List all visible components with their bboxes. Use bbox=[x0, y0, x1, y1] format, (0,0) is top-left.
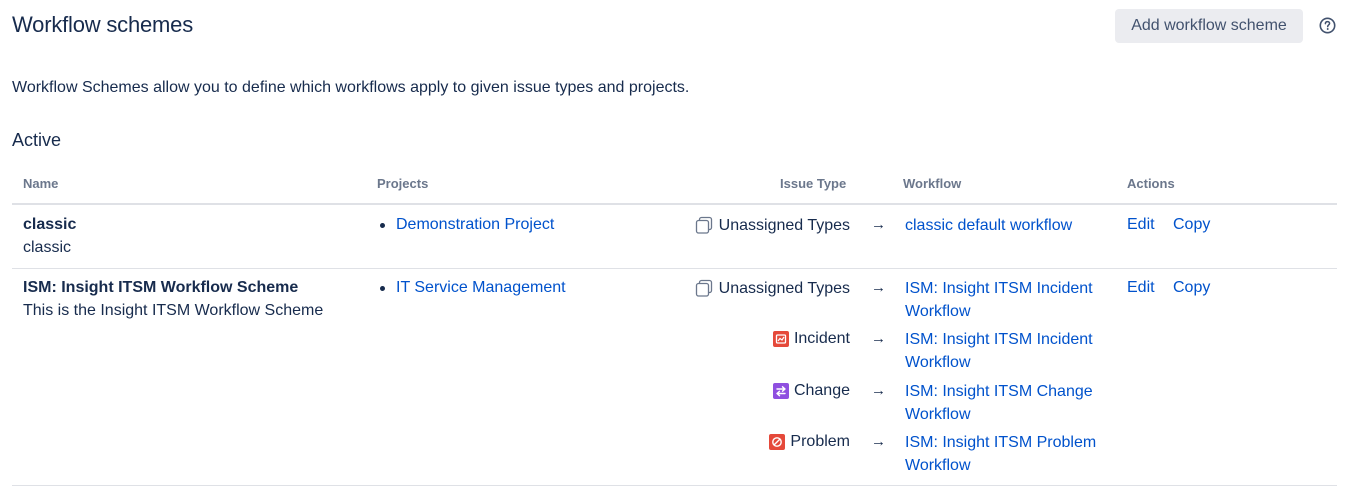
workflow-link[interactable]: classic default workflow bbox=[905, 217, 1072, 234]
workflow-link-cell: classic default workflow bbox=[905, 214, 1120, 237]
issue-type-label: Unassigned Types bbox=[718, 216, 850, 234]
issue-type-incident: Incident bbox=[772, 330, 850, 348]
workflow-link-cell: ISM: Insight ITSM Incident Workflow bbox=[905, 277, 1120, 323]
add-workflow-scheme-button[interactable]: Add workflow scheme bbox=[1115, 9, 1303, 43]
workflow-link-cell: ISM: Insight ITSM Problem Workflow bbox=[905, 431, 1120, 477]
workflow-link-line2: Workflow bbox=[905, 303, 971, 320]
copy-link[interactable]: Copy bbox=[1173, 216, 1210, 234]
scheme-description: classic bbox=[23, 239, 72, 256]
issue-type-change: Change bbox=[772, 382, 850, 400]
workflow-schemes-page: Workflow schemes Add workflow scheme Wor… bbox=[0, 0, 1345, 494]
bullet bbox=[380, 222, 385, 228]
workflow-link-line2: Workflow bbox=[905, 406, 971, 423]
arrow-right-icon: → bbox=[871, 330, 886, 347]
project-list-item: IT Service Management bbox=[380, 279, 566, 297]
scheme-name: classic bbox=[23, 216, 77, 233]
issue-type-unassigned: Unassigned Types bbox=[695, 216, 850, 235]
workflow-link-line1: ISM: Insight ITSM Incident bbox=[905, 331, 1093, 348]
workflow-link[interactable]: ISM: Insight ITSM Change Workflow bbox=[905, 383, 1093, 423]
workflow-link-line1: ISM: Insight ITSM Incident bbox=[905, 280, 1093, 297]
page-description: Workflow Schemes allow you to define whi… bbox=[12, 79, 690, 96]
change-icon bbox=[772, 383, 789, 399]
section-title-active: Active bbox=[12, 130, 62, 150]
workflow-link[interactable]: ISM: Insight ITSM Incident Workflow bbox=[905, 280, 1093, 320]
workflow-link-cell: ISM: Insight ITSM Incident Workflow bbox=[905, 328, 1120, 374]
scheme-name: ISM: Insight ITSM Workflow Scheme bbox=[23, 279, 299, 296]
project-link[interactable]: IT Service Management bbox=[396, 279, 566, 297]
column-header-actions: Actions bbox=[1127, 176, 1175, 191]
help-circle-icon[interactable] bbox=[1318, 16, 1337, 35]
copy-link[interactable]: Copy bbox=[1173, 279, 1210, 297]
arrow-right-icon: → bbox=[871, 433, 886, 450]
arrow-right-icon: → bbox=[871, 279, 886, 296]
page-title: Workflow schemes bbox=[12, 12, 193, 37]
bullet bbox=[380, 285, 385, 291]
issue-type-label: Unassigned Types bbox=[718, 279, 850, 297]
row-divider bbox=[12, 268, 1337, 269]
issue-type-unassigned: Unassigned Types bbox=[695, 279, 850, 298]
workflow-link-line1: ISM: Insight ITSM Change bbox=[905, 383, 1093, 400]
edit-link[interactable]: Edit bbox=[1127, 216, 1155, 234]
workflow-link-line2: Workflow bbox=[905, 354, 971, 371]
project-list-item: Demonstration Project bbox=[380, 216, 554, 234]
workflow-link[interactable]: ISM: Insight ITSM Problem Workflow bbox=[905, 434, 1096, 474]
arrow-right-icon: → bbox=[871, 216, 886, 233]
edit-link[interactable]: Edit bbox=[1127, 279, 1155, 297]
issue-type-label: Problem bbox=[790, 433, 850, 450]
project-link[interactable]: Demonstration Project bbox=[396, 216, 554, 234]
unassigned-types-icon bbox=[695, 279, 714, 298]
row-divider bbox=[12, 485, 1337, 486]
column-header-name: Name bbox=[23, 176, 59, 191]
table-header-divider bbox=[12, 203, 1337, 205]
issue-type-label: Incident bbox=[793, 330, 850, 347]
workflow-link[interactable]: ISM: Insight ITSM Incident Workflow bbox=[905, 331, 1093, 371]
column-header-issue-type: Issue Type bbox=[780, 176, 847, 191]
column-header-workflow: Workflow bbox=[903, 176, 962, 191]
problem-icon bbox=[769, 434, 786, 450]
unassigned-types-icon bbox=[695, 216, 714, 235]
issue-type-label: Change bbox=[793, 382, 850, 399]
workflow-link-line1: ISM: Insight ITSM Problem bbox=[905, 434, 1097, 451]
column-header-projects: Projects bbox=[377, 176, 429, 191]
scheme-description: This is the Insight ITSM Workflow Scheme bbox=[23, 302, 324, 319]
arrow-right-icon: → bbox=[871, 382, 886, 399]
incident-icon bbox=[772, 331, 789, 347]
issue-type-problem: Problem bbox=[769, 433, 850, 451]
workflow-link-cell: ISM: Insight ITSM Change Workflow bbox=[905, 380, 1120, 426]
workflow-link-line2: Workflow bbox=[905, 457, 971, 474]
